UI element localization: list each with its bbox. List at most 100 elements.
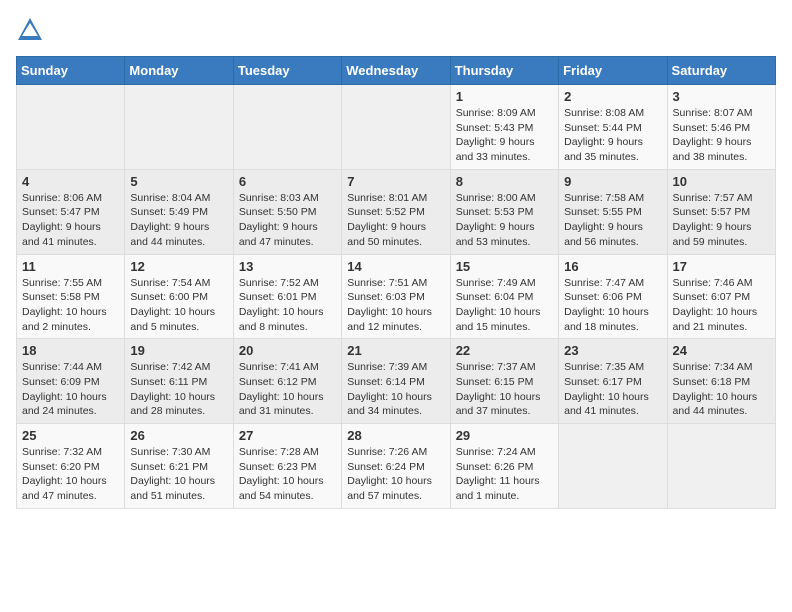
day-info: Sunrise: 7:39 AM Sunset: 6:14 PM Dayligh… [347, 360, 444, 419]
calendar-cell: 9 Sunrise: 7:58 AM Sunset: 5:55 PM Daylig… [559, 169, 667, 254]
calendar-cell: 12 Sunrise: 7:54 AM Sunset: 6:00 PM Dayli… [125, 254, 233, 339]
day-info: Sunrise: 7:30 AM Sunset: 6:21 PM Dayligh… [130, 445, 227, 504]
day-number: 28 [347, 428, 444, 443]
day-info: Sunrise: 7:47 AM Sunset: 6:06 PM Dayligh… [564, 276, 661, 335]
day-number: 4 [22, 174, 119, 189]
day-info: Sunrise: 7:54 AM Sunset: 6:00 PM Dayligh… [130, 276, 227, 335]
day-info: Sunrise: 7:44 AM Sunset: 6:09 PM Dayligh… [22, 360, 119, 419]
day-number: 3 [673, 89, 770, 104]
day-number: 29 [456, 428, 553, 443]
calendar-cell: 16 Sunrise: 7:47 AM Sunset: 6:06 PM Dayli… [559, 254, 667, 339]
calendar-cell: 14 Sunrise: 7:51 AM Sunset: 6:03 PM Dayli… [342, 254, 450, 339]
calendar-week-row: 4 Sunrise: 8:06 AM Sunset: 5:47 PM Daylig… [17, 169, 776, 254]
day-info: Sunrise: 8:03 AM Sunset: 5:50 PM Dayligh… [239, 191, 336, 250]
day-number: 8 [456, 174, 553, 189]
day-number: 12 [130, 259, 227, 274]
day-number: 7 [347, 174, 444, 189]
calendar-cell [125, 85, 233, 170]
day-info: Sunrise: 7:51 AM Sunset: 6:03 PM Dayligh… [347, 276, 444, 335]
day-number: 10 [673, 174, 770, 189]
day-header-tuesday: Tuesday [233, 57, 341, 85]
day-header-saturday: Saturday [667, 57, 775, 85]
calendar-cell: 11Sunrise: 7:55 AM Sunset: 5:58 PM Dayli… [17, 254, 125, 339]
day-info: Sunrise: 7:41 AM Sunset: 6:12 PM Dayligh… [239, 360, 336, 419]
calendar-cell [559, 424, 667, 509]
calendar-cell: 27 Sunrise: 7:28 AM Sunset: 6:23 PM Dayli… [233, 424, 341, 509]
day-info: Sunrise: 7:42 AM Sunset: 6:11 PM Dayligh… [130, 360, 227, 419]
calendar-week-row: 18 Sunrise: 7:44 AM Sunset: 6:09 PM Dayli… [17, 339, 776, 424]
day-info: Sunrise: 7:37 AM Sunset: 6:15 PM Dayligh… [456, 360, 553, 419]
calendar-cell [342, 85, 450, 170]
calendar-cell: 18 Sunrise: 7:44 AM Sunset: 6:09 PM Dayli… [17, 339, 125, 424]
day-info: Sunrise: 7:28 AM Sunset: 6:23 PM Dayligh… [239, 445, 336, 504]
calendar-cell: 4 Sunrise: 8:06 AM Sunset: 5:47 PM Daylig… [17, 169, 125, 254]
calendar-cell: 2Sunrise: 8:08 AM Sunset: 5:44 PM Daylig… [559, 85, 667, 170]
calendar-cell: 7 Sunrise: 8:01 AM Sunset: 5:52 PM Daylig… [342, 169, 450, 254]
calendar-cell: 23 Sunrise: 7:35 AM Sunset: 6:17 PM Dayli… [559, 339, 667, 424]
calendar-cell: 10 Sunrise: 7:57 AM Sunset: 5:57 PM Dayli… [667, 169, 775, 254]
day-header-wednesday: Wednesday [342, 57, 450, 85]
day-info: Sunrise: 7:26 AM Sunset: 6:24 PM Dayligh… [347, 445, 444, 504]
day-number: 15 [456, 259, 553, 274]
day-number: 16 [564, 259, 661, 274]
calendar-cell: 25 Sunrise: 7:32 AM Sunset: 6:20 PM Dayli… [17, 424, 125, 509]
day-info: Sunrise: 8:06 AM Sunset: 5:47 PM Dayligh… [22, 191, 119, 250]
day-number: 22 [456, 343, 553, 358]
calendar-cell [667, 424, 775, 509]
calendar-cell: 22 Sunrise: 7:37 AM Sunset: 6:15 PM Dayli… [450, 339, 558, 424]
calendar-cell [233, 85, 341, 170]
day-number: 26 [130, 428, 227, 443]
calendar-cell: 19 Sunrise: 7:42 AM Sunset: 6:11 PM Dayli… [125, 339, 233, 424]
page-header [16, 16, 776, 44]
day-info: Sunrise: 7:46 AM Sunset: 6:07 PM Dayligh… [673, 276, 770, 335]
calendar-table: SundayMondayTuesdayWednesdayThursdayFrid… [16, 56, 776, 509]
day-info: Sunrise: 7:24 AM Sunset: 6:26 PM Dayligh… [456, 445, 553, 504]
day-info: Sunrise: 8:01 AM Sunset: 5:52 PM Dayligh… [347, 191, 444, 250]
day-info: Sunrise: 7:49 AM Sunset: 6:04 PM Dayligh… [456, 276, 553, 335]
calendar-cell: 29 Sunrise: 7:24 AM Sunset: 6:26 PM Dayli… [450, 424, 558, 509]
day-info: Sunrise: 8:04 AM Sunset: 5:49 PM Dayligh… [130, 191, 227, 250]
calendar-cell: 15 Sunrise: 7:49 AM Sunset: 6:04 PM Dayli… [450, 254, 558, 339]
day-info: Sunrise: 7:35 AM Sunset: 6:17 PM Dayligh… [564, 360, 661, 419]
day-info: Sunrise: 7:34 AM Sunset: 6:18 PM Dayligh… [673, 360, 770, 419]
day-info: Sunrise: 8:09 AM Sunset: 5:43 PM Dayligh… [456, 106, 553, 165]
calendar-cell: 21 Sunrise: 7:39 AM Sunset: 6:14 PM Dayli… [342, 339, 450, 424]
calendar-cell: 5Sunrise: 8:04 AM Sunset: 5:49 PM Daylig… [125, 169, 233, 254]
day-info: Sunrise: 8:08 AM Sunset: 5:44 PM Dayligh… [564, 106, 661, 165]
logo [16, 16, 48, 44]
day-number: 23 [564, 343, 661, 358]
day-number: 24 [673, 343, 770, 358]
calendar-cell: 28 Sunrise: 7:26 AM Sunset: 6:24 PM Dayli… [342, 424, 450, 509]
day-number: 6 [239, 174, 336, 189]
calendar-cell: 3 Sunrise: 8:07 AM Sunset: 5:46 PM Daylig… [667, 85, 775, 170]
day-info: Sunrise: 7:58 AM Sunset: 5:55 PM Dayligh… [564, 191, 661, 250]
day-header-monday: Monday [125, 57, 233, 85]
day-number: 14 [347, 259, 444, 274]
day-number: 21 [347, 343, 444, 358]
day-number: 25 [22, 428, 119, 443]
calendar-cell: 6 Sunrise: 8:03 AM Sunset: 5:50 PM Daylig… [233, 169, 341, 254]
calendar-cell: 13 Sunrise: 7:52 AM Sunset: 6:01 PM Dayli… [233, 254, 341, 339]
day-info: Sunrise: 7:57 AM Sunset: 5:57 PM Dayligh… [673, 191, 770, 250]
calendar-week-row: 1 Sunrise: 8:09 AM Sunset: 5:43 PM Daylig… [17, 85, 776, 170]
calendar-cell: 24 Sunrise: 7:34 AM Sunset: 6:18 PM Dayli… [667, 339, 775, 424]
day-info: Sunrise: 7:32 AM Sunset: 6:20 PM Dayligh… [22, 445, 119, 504]
day-number: 27 [239, 428, 336, 443]
day-header-friday: Friday [559, 57, 667, 85]
day-header-thursday: Thursday [450, 57, 558, 85]
day-number: 20 [239, 343, 336, 358]
day-number: 13 [239, 259, 336, 274]
day-number: 9 [564, 174, 661, 189]
day-number: 1 [456, 89, 553, 104]
day-number: 18 [22, 343, 119, 358]
day-info: Sunrise: 7:55 AM Sunset: 5:58 PM Dayligh… [22, 276, 119, 335]
logo-icon [16, 16, 44, 44]
day-info: Sunrise: 7:52 AM Sunset: 6:01 PM Dayligh… [239, 276, 336, 335]
calendar-cell: 17Sunrise: 7:46 AM Sunset: 6:07 PM Dayli… [667, 254, 775, 339]
day-number: 19 [130, 343, 227, 358]
calendar-cell: 8Sunrise: 8:00 AM Sunset: 5:53 PM Daylig… [450, 169, 558, 254]
calendar-cell: 20 Sunrise: 7:41 AM Sunset: 6:12 PM Dayli… [233, 339, 341, 424]
calendar-cell: 26 Sunrise: 7:30 AM Sunset: 6:21 PM Dayli… [125, 424, 233, 509]
day-info: Sunrise: 8:07 AM Sunset: 5:46 PM Dayligh… [673, 106, 770, 165]
calendar-cell: 1 Sunrise: 8:09 AM Sunset: 5:43 PM Daylig… [450, 85, 558, 170]
